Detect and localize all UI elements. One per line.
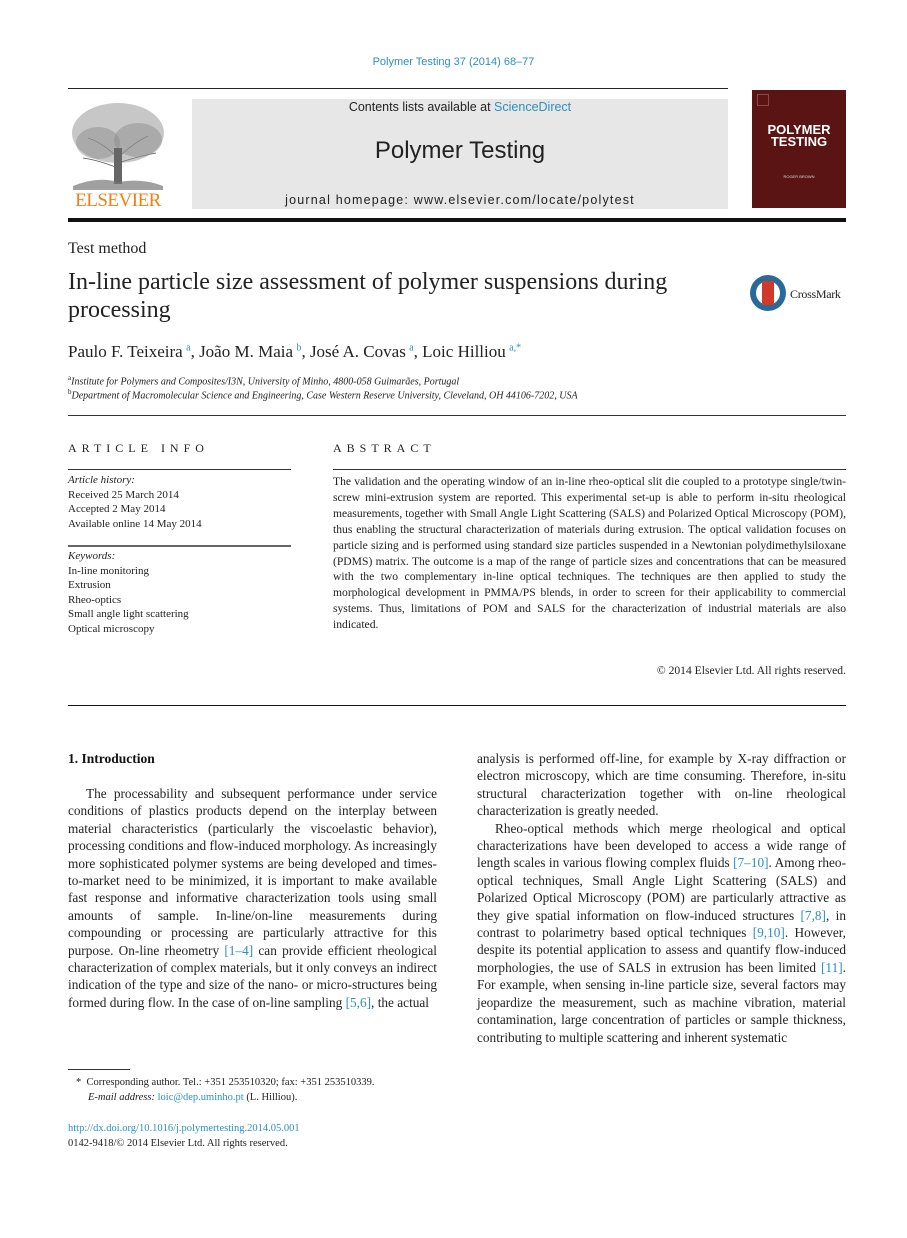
author-affiliation-sup[interactable]: b [296,342,301,353]
article-history-label: Article history: [68,474,135,486]
email-link[interactable]: loic@dep.uminho.pt [158,1092,244,1103]
author-name[interactable]: José A. Covas [310,342,406,361]
affiliation-a: aInstitute for Polymers and Composites/I… [68,374,459,387]
keyword-item: Optical microscopy [68,622,155,635]
keyword-item: Extrusion [68,579,111,591]
footnote-rule [68,1069,130,1070]
doi-link[interactable]: http://dx.doi.org/10.1016/j.polymertesti… [68,1121,300,1136]
citation-link[interactable]: [5,6] [346,995,371,1010]
cover-publisher-mark-icon [757,94,769,106]
affiliation-b: bDepartment of Macromolecular Science an… [68,388,578,401]
affiliation-text: Institute for Polymers and Composites/I3… [71,376,460,388]
journal-homepage-link[interactable]: journal homepage: www.elsevier.com/locat… [192,193,728,207]
history-received: Received 25 March 2014 [68,488,179,501]
keyword-item: Rheo-optics [68,593,122,606]
affiliation-text: Department of Macromolecular Science and… [71,390,578,402]
author-affiliation-sup[interactable]: a,* [509,342,521,353]
history-accepted: Accepted 2 May 2014 [68,503,166,515]
header-thick-rule [68,218,846,222]
article-title: In-line particle size assessment of poly… [68,269,668,323]
article-info-heading: ARTICLE INFO [68,441,209,455]
citation-link[interactable]: [9,10] [753,925,785,940]
article-history: Article history: Received 25 March 2014 … [68,473,202,531]
front-matter-bottom-rule [68,705,846,706]
body-column-right: analysis is performed off-line, for exam… [477,750,846,1046]
keywords-list: Keywords: In-line monitoring Extrusion R… [68,549,189,636]
cover-editor: ROGER BROWN [783,174,815,179]
author-name[interactable]: Loic Hilliou [422,342,506,361]
author-name[interactable]: João M. Maia [199,342,293,361]
article-info-rule [68,469,291,470]
body-paragraph: analysis is performed off-line, for exam… [477,750,846,820]
citation-link[interactable]: [7–10] [733,855,768,870]
citation-link[interactable]: [7,8] [801,908,826,923]
abstract-rule [333,469,846,470]
corresponding-author-footnote: * Corresponding author. Tel.: +351 25351… [68,1075,448,1105]
keyword-item: In-line monitoring [68,564,149,577]
keywords-label: Keywords: [68,550,116,562]
citation-link[interactable]: [11] [821,960,843,975]
author-name[interactable]: Paulo F. Teixeira [68,342,183,361]
body-paragraph: Rheo-optical methods which merge rheolog… [477,820,846,1046]
author-affiliation-sup[interactable]: a [409,342,413,353]
history-online: Available online 14 May 2014 [68,517,202,530]
cover-title: POLYMER TESTING [752,123,846,149]
doi-block: http://dx.doi.org/10.1016/j.polymertesti… [68,1121,300,1151]
footnote-star: * [76,1077,82,1088]
contents-line: Contents lists available at ScienceDirec… [192,100,728,114]
footnote-corresponding: * Corresponding author. Tel.: +351 25351… [68,1075,448,1090]
title-block-rule [68,415,846,416]
elsevier-wordmark: ELSEVIER [75,190,161,211]
sciencedirect-link[interactable]: ScienceDirect [494,100,571,114]
issn-copyright: 0142-9418/© 2014 Elsevier Ltd. All right… [68,1138,288,1149]
journal-reference-link[interactable]: Polymer Testing 37 (2014) 68–77 [0,56,907,68]
paragraph-text: analysis is performed off-line, for exam… [477,751,846,819]
email-suffix: (L. Hilliou). [243,1092,298,1103]
crossmark-flag-icon [762,281,774,305]
abstract-heading: ABSTRACT [333,441,436,455]
cover-title-line2: TESTING [770,134,828,149]
citation-link[interactable]: [1–4] [224,943,253,958]
author-affiliation-sup[interactable]: a [186,342,190,353]
keywords-rule [68,545,291,547]
author-list: Paulo F. Teixeira a, João M. Maia b, Jos… [68,342,522,361]
abstract-copyright: © 2014 Elsevier Ltd. All rights reserved… [656,664,846,677]
keyword-item: Small angle light scattering [68,608,189,620]
abstract-text: The validation and the operating window … [333,475,846,632]
paragraph-text: The processability and subsequent perfor… [68,786,437,958]
contents-prefix: Contents lists available at [348,100,495,114]
crossmark-label[interactable]: CrossMark [790,287,841,302]
paragraph-text: , the actual [371,994,430,1010]
footnote-corresponding-text: Corresponding author. Tel.: +351 2535103… [86,1077,375,1088]
footnote-email: E-mail address: loic@dep.uminho.pt (L. H… [68,1090,448,1105]
article-section-type: Test method [68,240,147,257]
journal-cover-image [752,90,846,208]
section-heading-introduction: 1. Introduction [68,751,155,766]
body-paragraph: The processability and subsequent perfor… [68,785,437,1011]
email-label: E-mail address: [88,1092,158,1103]
journal-name: Polymer Testing [374,137,546,164]
header-top-rule [68,88,728,89]
body-column-left: The processability and subsequent perfor… [68,785,437,1011]
